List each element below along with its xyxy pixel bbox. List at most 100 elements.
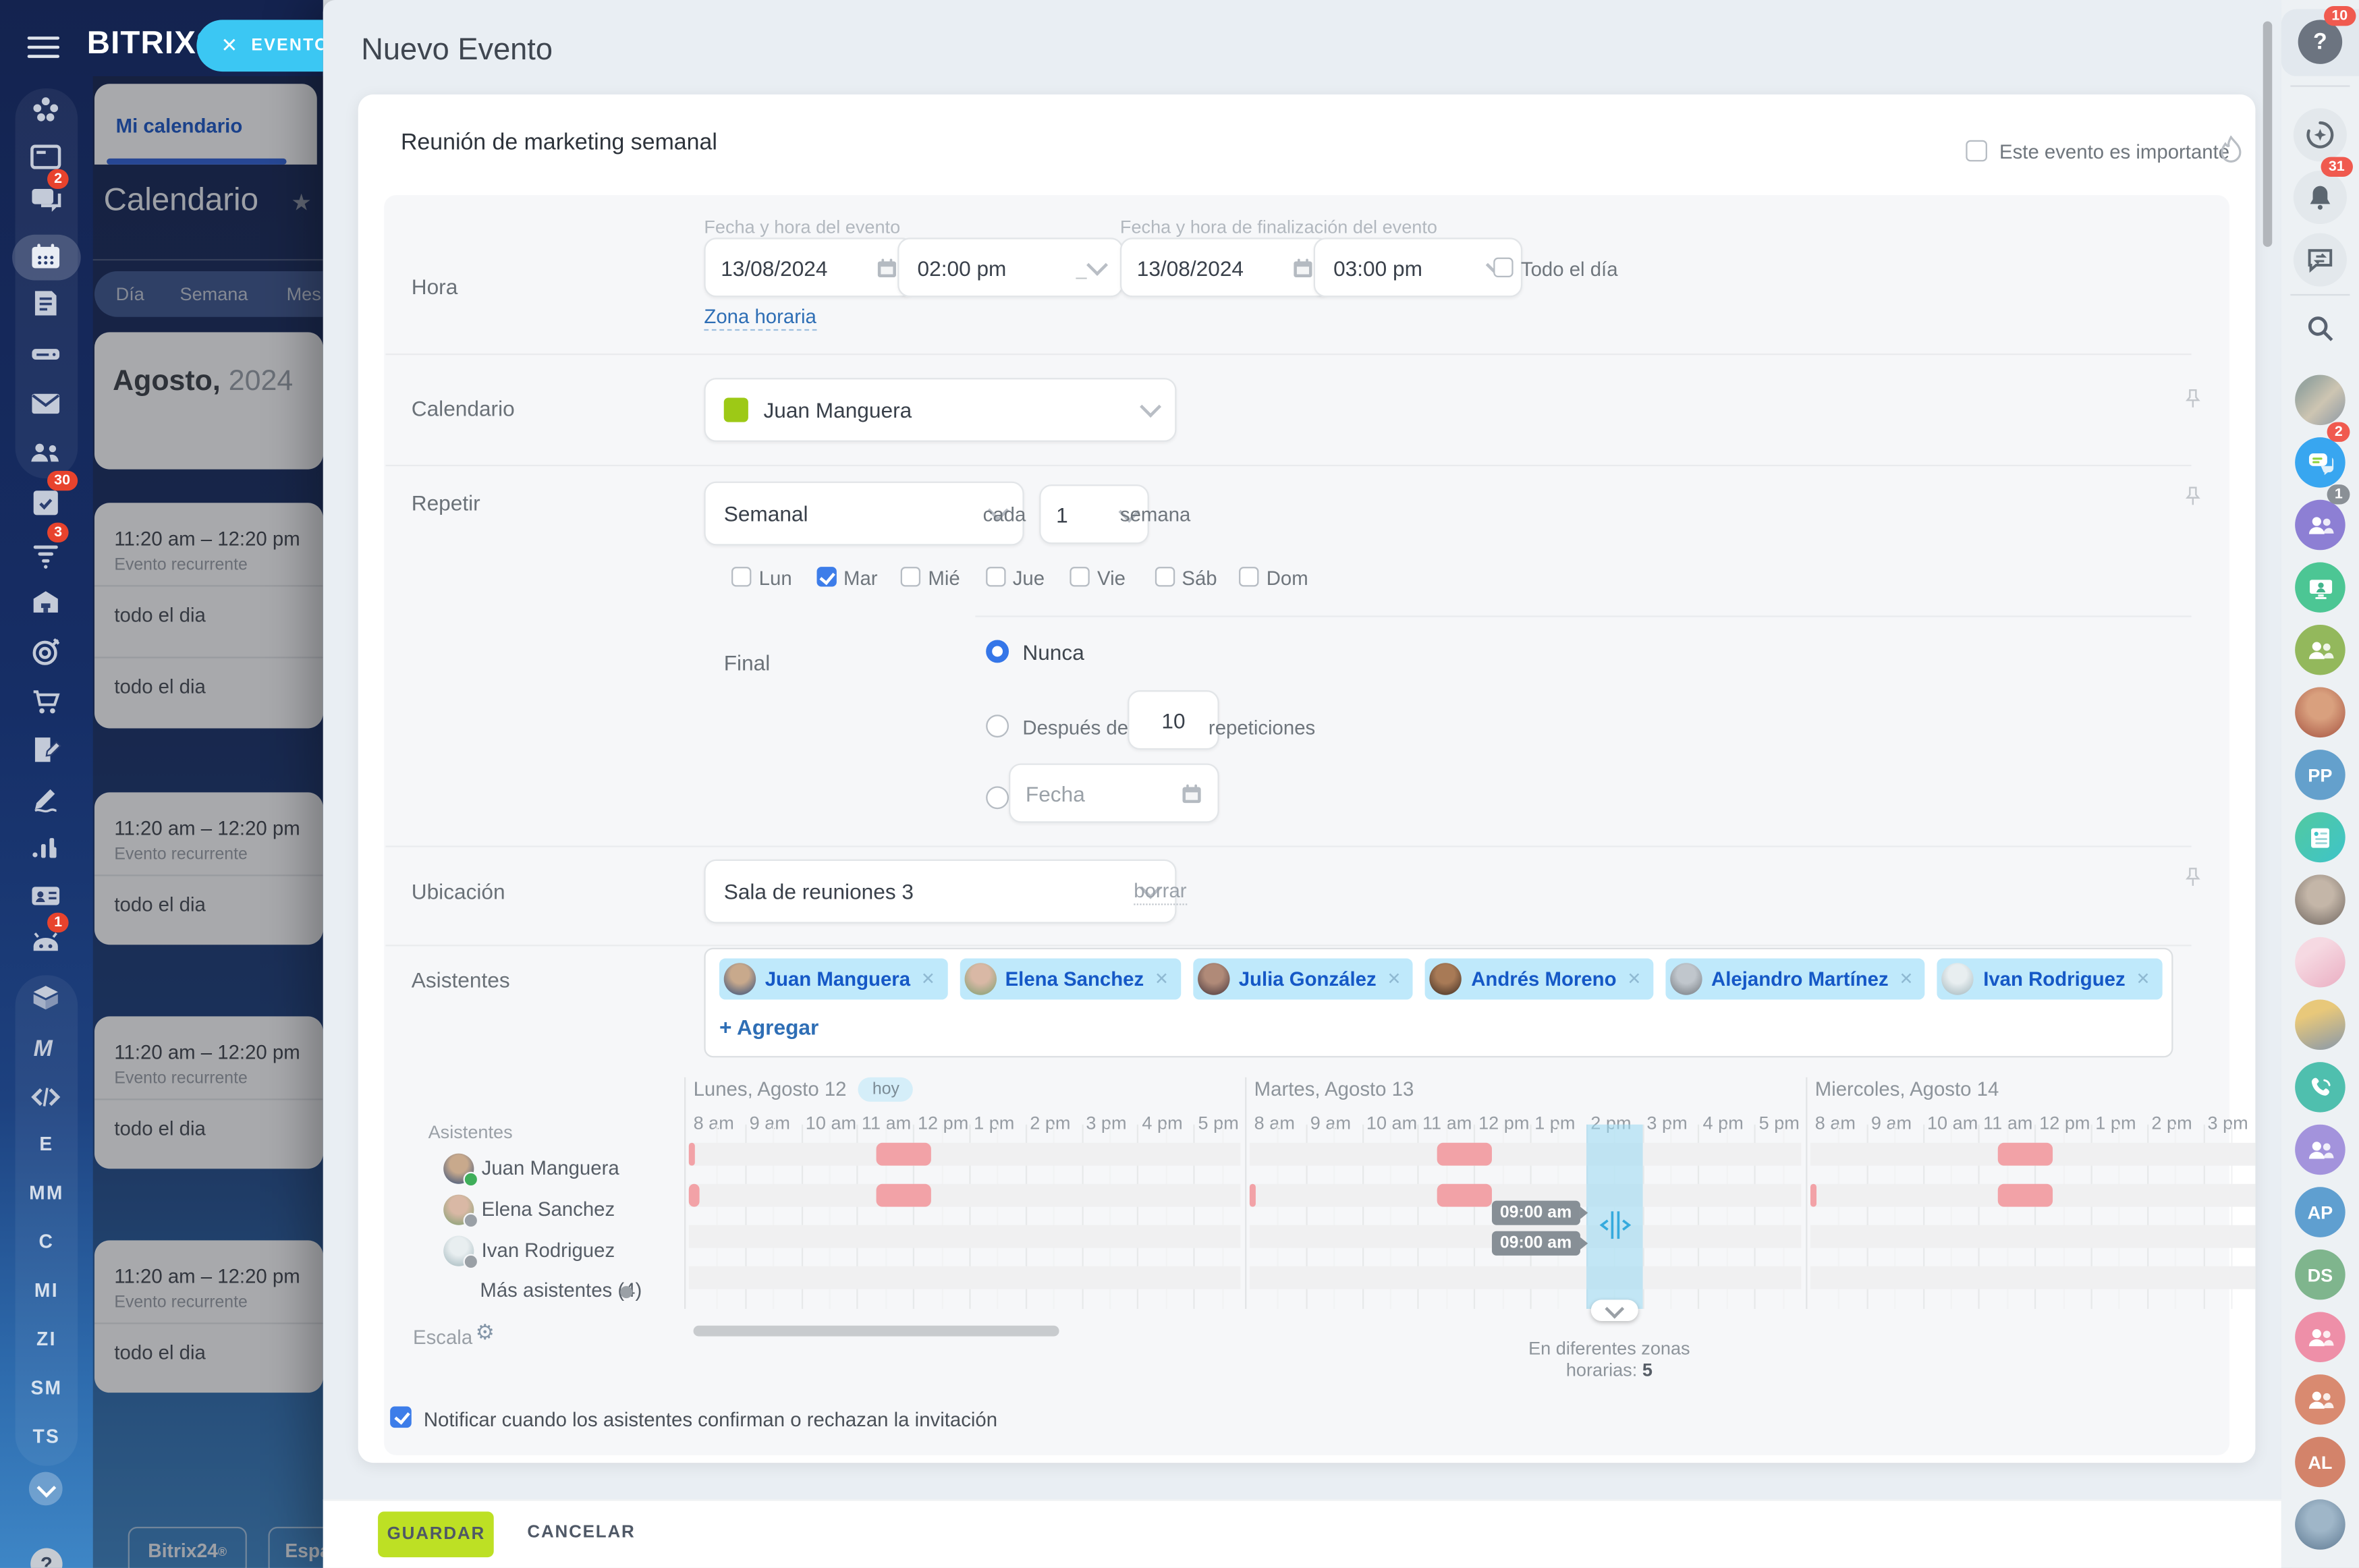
weekday-checkbox-mar[interactable] <box>816 567 835 586</box>
weekday-checkbox-vie[interactable] <box>1070 567 1089 586</box>
start-time-select[interactable]: 02:00 pm <box>897 237 1123 297</box>
end-date-radio[interactable] <box>986 786 1009 809</box>
remove-icon[interactable]: ✕ <box>921 969 935 988</box>
messenger-icon[interactable] <box>2294 233 2347 287</box>
remove-icon[interactable]: ✕ <box>1899 969 1913 988</box>
attendee-chip[interactable]: Alejandro Martínez✕ <box>1665 959 1925 1000</box>
rail-avatar-support-channel[interactable] <box>2295 562 2346 613</box>
end-never-radio[interactable] <box>986 640 1009 663</box>
sidebar-item-docs-icon[interactable] <box>28 285 64 321</box>
all-day-checkbox[interactable] <box>1493 258 1513 277</box>
rail-avatar-group[interactable] <box>2295 1312 2346 1362</box>
rail-avatar-user-photo[interactable] <box>2295 874 2346 925</box>
rail-avatar-chat-app[interactable] <box>2295 437 2346 488</box>
rail-avatar-news-channel[interactable] <box>2295 812 2346 863</box>
sidebar-item-automation-icon[interactable] <box>28 926 64 963</box>
sidebar-item-sm[interactable]: SM <box>0 1378 93 1399</box>
important-checkbox[interactable] <box>1966 140 1987 162</box>
remove-icon[interactable]: ✕ <box>1387 969 1401 988</box>
help-icon[interactable]: ? <box>30 1548 62 1568</box>
event-name-input[interactable] <box>397 128 1257 157</box>
sidebar-item-developer-icon[interactable] <box>28 1079 64 1115</box>
rail-avatar-report-channel[interactable] <box>2295 937 2346 988</box>
pin-icon[interactable] <box>2181 484 2205 509</box>
remove-icon[interactable]: ✕ <box>1627 969 1641 988</box>
sidebar-item-zi[interactable]: ZI <box>0 1328 93 1350</box>
frequency-select[interactable]: Semanal <box>704 482 1024 546</box>
sidebar-item-workgroups-icon[interactable] <box>28 435 64 471</box>
cancel-button[interactable]: CANCELAR <box>518 1522 644 1544</box>
sidebar-item-apps-icon[interactable] <box>28 980 64 1016</box>
rail-avatar-group[interactable] <box>2295 625 2346 675</box>
sidebar-item-mm[interactable]: MM <box>0 1183 93 1204</box>
sidebar-item-company-icon[interactable] <box>28 878 64 914</box>
rail-avatar-chat-pp[interactable]: PP <box>2295 750 2346 800</box>
help-icon[interactable]: ? <box>2298 20 2342 63</box>
rail-avatar-user-photo[interactable] <box>2295 375 2346 426</box>
modal-scrollbar[interactable] <box>2263 22 2273 247</box>
sidebar-item-mi[interactable]: MI <box>0 1280 93 1301</box>
sidebar-item-network-icon[interactable] <box>28 92 64 128</box>
gear-icon[interactable]: ⚙ <box>476 1320 495 1345</box>
sidebar-item-mail-icon[interactable] <box>28 385 64 422</box>
repetitions-input[interactable] <box>1128 690 1219 750</box>
weekday-checkbox-mié[interactable] <box>901 567 920 586</box>
calendar-select[interactable]: Juan Manguera <box>704 378 1176 442</box>
sidebar-item-sales-icon[interactable] <box>28 683 64 719</box>
rail-avatar-calls[interactable] <box>2295 1062 2346 1113</box>
hamburger-menu-icon[interactable] <box>28 30 59 64</box>
sidebar-item-messenger-icon[interactable] <box>28 183 64 219</box>
save-button[interactable]: GUARDAR <box>378 1511 494 1557</box>
attendee-chip[interactable]: Andrés Moreno✕ <box>1425 959 1653 1000</box>
attendee-chip[interactable]: Julia González✕ <box>1193 959 1413 1000</box>
end-repeat-date-input[interactable]: Fecha <box>1009 763 1219 822</box>
rail-avatar-user-photo[interactable] <box>2295 1000 2346 1051</box>
rail-avatar-group[interactable] <box>2295 500 2346 551</box>
timezone-link[interactable]: Zona horaria <box>704 305 816 331</box>
attendee-chip[interactable]: Ivan Rodriguez✕ <box>1937 959 2162 1000</box>
rail-avatar-user-photo[interactable] <box>2295 1499 2346 1550</box>
remove-icon[interactable]: ✕ <box>2136 969 2150 988</box>
rail-avatar-user-photo[interactable] <box>2295 688 2346 738</box>
expand-chevron-button[interactable] <box>1590 1299 1638 1321</box>
search-icon[interactable] <box>2302 311 2337 346</box>
sidebar-item-ts[interactable]: TS <box>0 1426 93 1448</box>
pin-icon[interactable] <box>2181 387 2205 412</box>
rail-avatar-group[interactable] <box>2295 1374 2346 1425</box>
collapse-chevron-button[interactable] <box>29 1472 63 1506</box>
event-pill-button[interactable]: ✕ EVENTO <box>196 20 323 72</box>
weekday-checkbox-jue[interactable] <box>985 567 1005 586</box>
rail-avatar-chat-al[interactable]: AL <box>2295 1437 2346 1488</box>
sidebar-item-drive-icon[interactable] <box>28 335 64 372</box>
sidebar-item-e-sign-icon[interactable] <box>28 780 64 816</box>
weekday-checkbox-dom[interactable] <box>1239 567 1258 586</box>
scheduler-scrollbar[interactable] <box>694 1326 1059 1337</box>
sidebar-item-marketing-icon[interactable] <box>28 634 64 670</box>
weekday-checkbox-sáb[interactable] <box>1155 567 1174 586</box>
pin-icon[interactable] <box>2181 866 2205 890</box>
sidebar-item-market-icon[interactable] <box>28 584 64 620</box>
sidebar-item-crm-icon[interactable] <box>28 536 64 573</box>
add-attendee-link[interactable]: + Agregar <box>719 1015 818 1039</box>
location-select[interactable]: Sala de reuniones 3 <box>704 860 1176 924</box>
sidebar-item-tasks-icon[interactable] <box>28 484 64 521</box>
close-icon[interactable]: ✕ <box>221 34 239 58</box>
end-time-select[interactable]: 03:00 pm <box>1314 237 1522 297</box>
end-after-radio[interactable] <box>986 715 1009 737</box>
resize-handle-icon[interactable] <box>1597 1208 1633 1242</box>
sidebar-item-e[interactable]: E <box>0 1133 93 1155</box>
notifications-icon[interactable] <box>2294 171 2347 224</box>
sidebar-item-app-m-icon[interactable]: M <box>28 1030 64 1067</box>
end-date-input[interactable]: 13/08/2024 <box>1120 237 1331 297</box>
more-attendees-link[interactable]: Más asistentes (4) <box>480 1279 642 1301</box>
weekday-checkbox-lun[interactable] <box>731 567 751 586</box>
attendee-chip[interactable]: Juan Manguera✕ <box>719 959 947 1000</box>
copilot-icon[interactable] <box>2294 108 2347 161</box>
attendee-chip[interactable]: Elena Sanchez✕ <box>960 959 1181 1000</box>
sidebar-item-c[interactable]: C <box>0 1231 93 1253</box>
clear-location-link[interactable]: borrar <box>1134 879 1186 905</box>
notify-checkbox[interactable] <box>390 1407 412 1428</box>
sidebar-item-calendar-icon[interactable] <box>28 240 64 276</box>
sidebar-item-contracts-icon[interactable] <box>28 731 64 768</box>
rail-avatar-chat-ds[interactable]: DS <box>2295 1250 2346 1300</box>
